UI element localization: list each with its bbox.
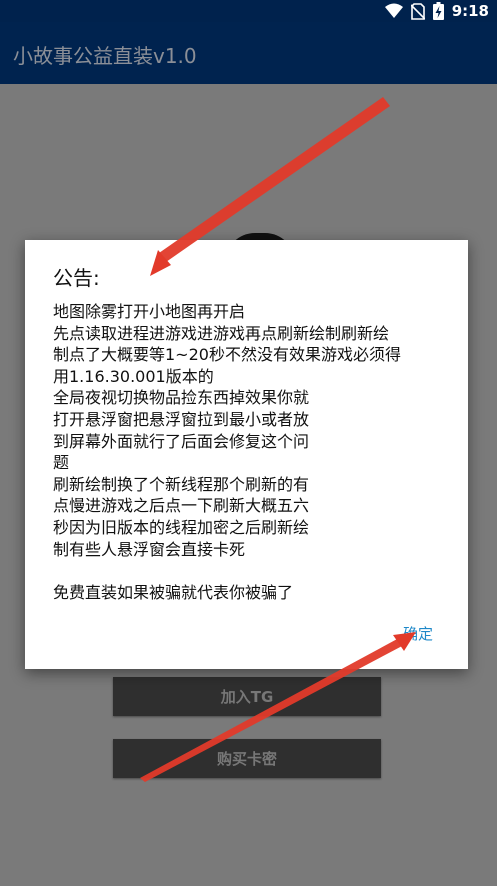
message-line: 制点了大概要等1~20秒不然没有效果游戏必须得: [53, 345, 401, 365]
wifi-icon: [384, 3, 403, 18]
message-line: 刷新绘制换了个新线程那个刷新的有: [53, 474, 310, 494]
join-tg-button[interactable]: 加入TG: [113, 677, 381, 716]
battery-charging-icon: [432, 2, 444, 20]
message-line: 点慢进游戏之后点一下刷新大概五六: [53, 496, 310, 516]
message-line: 秒因为旧版本的线程加密之后刷新绘: [53, 517, 310, 537]
status-time: 9:18: [451, 2, 489, 20]
confirm-button[interactable]: 确定: [403, 623, 433, 644]
message-line: 题: [53, 453, 70, 473]
dialog-title: 公告:: [53, 266, 100, 290]
message-line: 先点读取进程进游戏进游戏再点刷新绘制刷新绘: [53, 323, 390, 343]
message-line: 全局夜视切换物品捡东西掉效果你就: [53, 388, 310, 408]
message-line: 到屏幕外面就行了后面会修复这个问: [53, 431, 310, 451]
dialog-message: 地图除雾打开小地图再开启 先点读取进程进游戏进游戏再点刷新绘制刷新绘 制点了大概…: [53, 301, 453, 603]
message-line: 打开悬浮窗把悬浮窗拉到最小或者放: [53, 409, 310, 429]
buy-key-button[interactable]: 购买卡密: [113, 739, 381, 778]
message-line: 免费直装如果被骗就代表你被骗了: [53, 582, 294, 602]
app-title: 小故事公益直装v1.0: [13, 44, 197, 68]
status-icons: 9:18: [384, 2, 489, 20]
message-line: 用1.16.30.001版本的: [53, 366, 214, 386]
no-sim-icon: [410, 2, 425, 20]
message-line: 制有些人悬浮窗会直接卡死: [53, 539, 246, 559]
message-line: 地图除雾打开小地图再开启: [53, 302, 246, 321]
status-bar: 9:18: [0, 0, 497, 22]
announcement-dialog: 公告: 地图除雾打开小地图再开启 先点读取进程进游戏进游戏再点刷新绘制刷新绘 制…: [25, 240, 468, 669]
app-bar: 小故事公益直装v1.0: [0, 22, 497, 84]
